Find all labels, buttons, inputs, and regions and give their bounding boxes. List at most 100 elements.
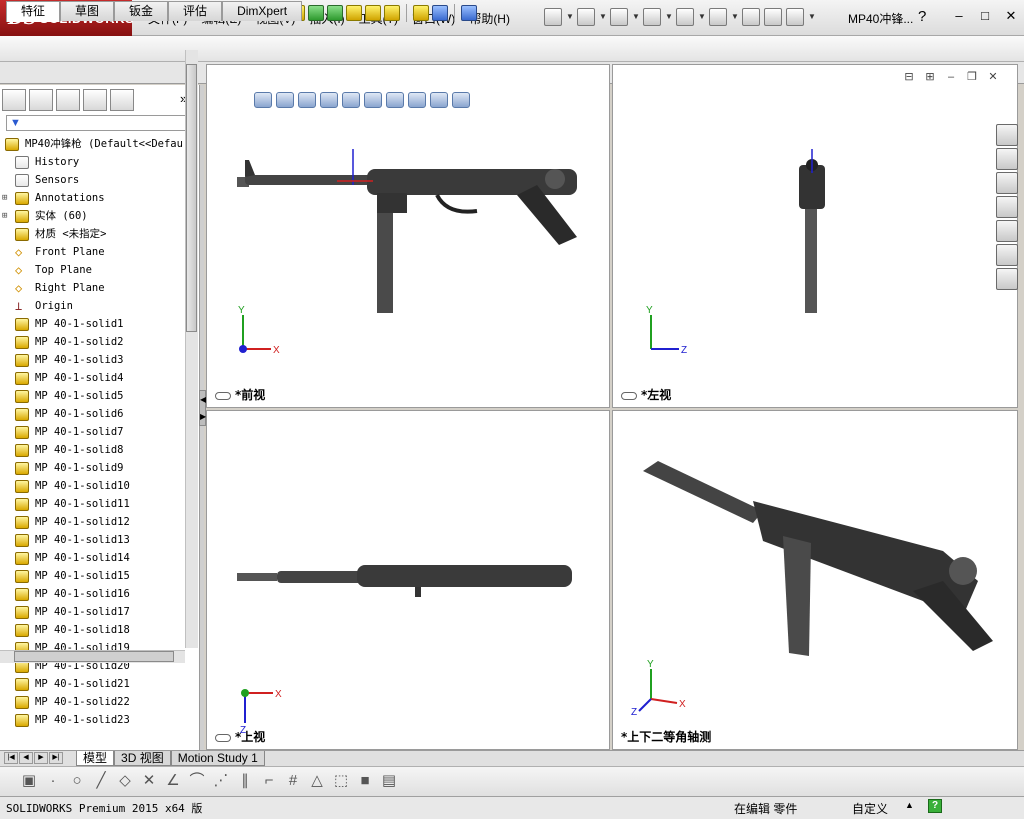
viewport-front[interactable]: Y X *前视 xyxy=(206,64,610,408)
tab-features[interactable]: 特征 xyxy=(6,1,61,22)
configuration-manager-icon[interactable] xyxy=(56,89,80,111)
viewport-close-icon[interactable]: ✕ xyxy=(986,70,1000,84)
instant3d-icon[interactable] xyxy=(461,5,477,21)
tree-item[interactable]: MP 40-1-solid16 xyxy=(2,585,184,603)
quick-tips-icon[interactable]: ? xyxy=(928,799,942,813)
maximize-icon[interactable]: □ xyxy=(976,8,994,24)
print-icon[interactable] xyxy=(643,8,661,26)
corner-icon[interactable]: ⌐ xyxy=(260,772,278,790)
feature-manager-icon[interactable] xyxy=(2,89,26,111)
open-folder-icon[interactable] xyxy=(577,8,595,26)
tab-3d-views[interactable]: 3D 视图 xyxy=(114,751,171,766)
trim-icon[interactable]: ✕ xyxy=(140,772,158,790)
shell-icon[interactable] xyxy=(365,5,381,21)
section-view-icon[interactable] xyxy=(320,92,338,108)
new-document-icon[interactable] xyxy=(544,8,562,26)
select-arrow-icon[interactable] xyxy=(709,8,727,26)
previous-view-icon[interactable] xyxy=(298,92,316,108)
last-tab-icon[interactable]: ▶| xyxy=(49,752,63,764)
tree-item[interactable]: MP 40-1-solid14 xyxy=(2,549,184,567)
tree-item[interactable]: MP 40-1-solid23 xyxy=(2,711,184,729)
view-cube-icon[interactable]: ⬚ xyxy=(332,772,350,790)
tree-item[interactable]: MP 40-1-solid21 xyxy=(2,675,184,693)
tree-item[interactable]: MP 40-1-solid5 xyxy=(2,387,184,405)
tree-item[interactable]: MP 40-1-solid7 xyxy=(2,423,184,441)
undo-dropdown-icon[interactable]: ▼ xyxy=(698,8,706,26)
point-icon[interactable]: · xyxy=(44,772,62,790)
grid-icon[interactable]: # xyxy=(284,772,302,790)
units-arrow-icon[interactable]: ▲ xyxy=(905,800,914,810)
next-tab-icon[interactable]: ▶ xyxy=(34,752,48,764)
tree-item[interactable]: ◇ Right Plane xyxy=(2,279,184,297)
tree-item[interactable]: History xyxy=(2,153,184,171)
view-settings-icon[interactable] xyxy=(452,92,470,108)
tree-item[interactable]: ⊥ Origin xyxy=(2,297,184,315)
expand-plus-icon[interactable]: ⊞ xyxy=(2,189,12,207)
table-icon[interactable]: ▤ xyxy=(380,772,398,790)
solidworks-resources-icon[interactable] xyxy=(996,124,1018,146)
viewport-restore-icon[interactable]: ❐ xyxy=(965,70,979,84)
tree-item[interactable]: MP 40-1-solid18 xyxy=(2,621,184,639)
save-icon[interactable] xyxy=(610,8,628,26)
intersect-icon[interactable] xyxy=(346,5,362,21)
reference-geometry-icon[interactable] xyxy=(413,5,429,21)
display-style-icon[interactable] xyxy=(364,92,382,108)
angle-icon[interactable]: ∠ xyxy=(164,772,182,790)
split-horizontal-icon[interactable]: ⊟ xyxy=(902,70,916,84)
tab-evaluate[interactable]: 评估 xyxy=(168,1,223,21)
file-explorer-icon[interactable] xyxy=(996,172,1018,194)
tree-item[interactable]: MP 40-1-solid11 xyxy=(2,495,184,513)
tree-item[interactable]: ◇ Front Plane xyxy=(2,243,184,261)
tab-motion-study[interactable]: Motion Study 1 xyxy=(170,751,265,766)
tree-item[interactable]: MP 40-1-solid1 xyxy=(2,315,184,333)
parallel-icon[interactable]: ∥ xyxy=(236,772,254,790)
viewport-top[interactable]: X Z *上视 xyxy=(206,410,610,750)
status-units[interactable]: 自定义 xyxy=(852,800,888,817)
tab-model[interactable]: 模型 xyxy=(76,751,115,766)
tree-item[interactable]: MP 40-1-solid17 xyxy=(2,603,184,621)
print-dropdown-icon[interactable]: ▼ xyxy=(665,8,673,26)
apply-scene-icon[interactable] xyxy=(430,92,448,108)
rebuild-traffic-light-icon[interactable] xyxy=(742,8,760,26)
tab-sketch[interactable]: 草图 xyxy=(60,1,115,21)
tree-item[interactable]: MP 40-1-solid13 xyxy=(2,531,184,549)
prev-tab-icon[interactable]: ◀ xyxy=(19,752,33,764)
tree-item[interactable]: MP 40-1-solid10 xyxy=(2,477,184,495)
tree-item[interactable]: ⊞ Annotations xyxy=(2,189,184,207)
close-icon[interactable]: ✕ xyxy=(1002,8,1020,24)
dimension-icon[interactable]: △ xyxy=(308,772,326,790)
tree-filter-input[interactable]: ▼ xyxy=(6,115,196,131)
shaded-cube-icon[interactable]: ■ xyxy=(356,772,374,790)
solidworks-forum-icon[interactable] xyxy=(996,268,1018,290)
tree-horizontal-thumb[interactable] xyxy=(14,651,174,662)
tree-item[interactable]: ◇ Top Plane xyxy=(2,261,184,279)
sketch-fillet-icon[interactable]: ⌒ xyxy=(188,772,206,790)
tree-root[interactable]: MP40冲锋枪 (Default<<Defau xyxy=(2,135,184,153)
tab-sheet-metal[interactable]: 钣金 xyxy=(114,1,169,21)
tree-item[interactable]: 材质 <未指定> xyxy=(2,225,184,243)
edit-appearance-icon[interactable] xyxy=(408,92,426,108)
help-icon[interactable]: ? xyxy=(918,8,926,25)
link-view-icon[interactable] xyxy=(215,733,231,742)
viewport-isometric[interactable]: Y X Z *上下二等角轴测 xyxy=(612,410,1018,750)
tree-item[interactable]: MP 40-1-solid8 xyxy=(2,441,184,459)
mirror-icon[interactable] xyxy=(384,5,400,21)
custom-properties-icon[interactable] xyxy=(996,244,1018,266)
viewport-minimize-icon[interactable]: – xyxy=(944,70,958,84)
tab-dimxpert[interactable]: DimXpert xyxy=(222,1,303,21)
tree-item[interactable]: MP 40-1-solid2 xyxy=(2,333,184,351)
circle-icon[interactable]: ○ xyxy=(68,772,86,790)
draft-icon[interactable] xyxy=(327,5,343,21)
open-dropdown-icon[interactable]: ▼ xyxy=(599,8,607,26)
tree-item[interactable]: Sensors xyxy=(2,171,184,189)
tree-item[interactable]: MP 40-1-solid6 xyxy=(2,405,184,423)
options-icon[interactable] xyxy=(786,8,804,26)
tree-item[interactable]: MP 40-1-solid9 xyxy=(2,459,184,477)
split-vertical-icon[interactable]: ⊞ xyxy=(923,70,937,84)
collapse-panel-icon[interactable]: ◀ ▶ xyxy=(199,390,206,426)
curves-icon[interactable] xyxy=(432,5,448,21)
new-dropdown-icon[interactable]: ▼ xyxy=(566,8,574,26)
zoom-to-fit-icon[interactable] xyxy=(254,92,272,108)
display-manager-icon[interactable] xyxy=(110,89,134,111)
view-palette-icon[interactable] xyxy=(996,196,1018,218)
